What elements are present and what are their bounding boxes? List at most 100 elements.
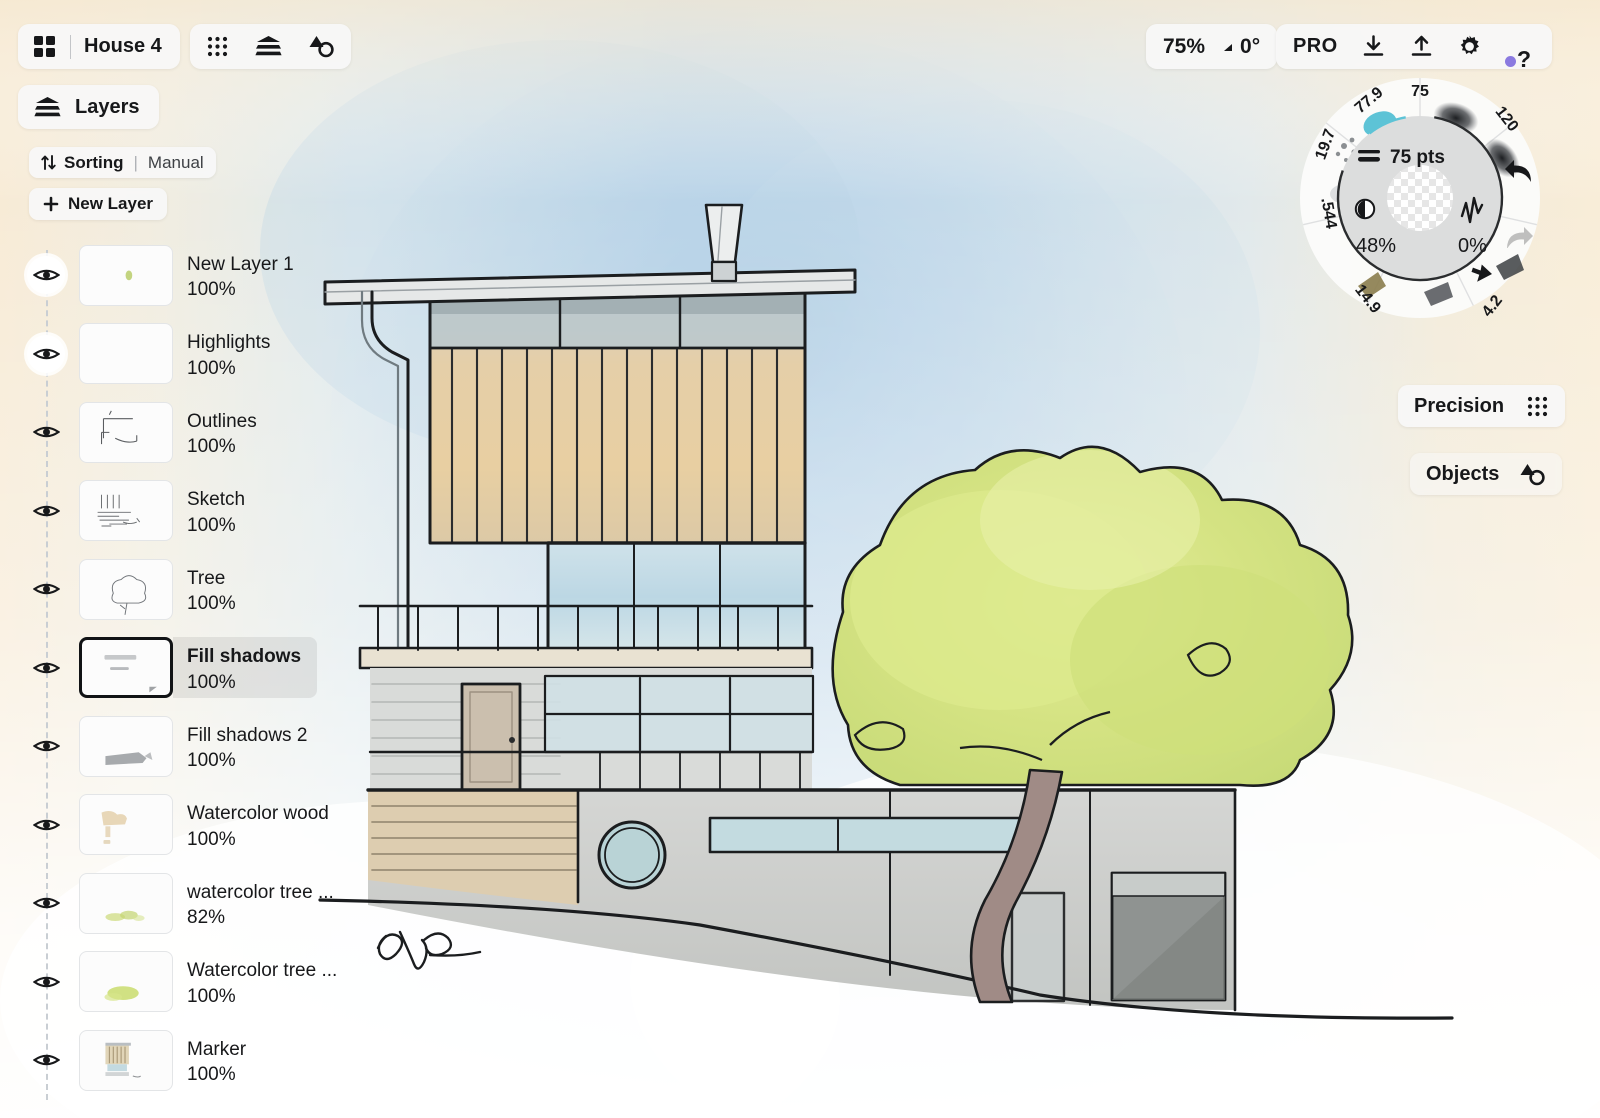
layer-thumbnail[interactable] [79,872,173,934]
download-icon[interactable] [1361,34,1386,59]
layer-thumbnail[interactable] [79,244,173,306]
layer-name: Watercolor tree ... [187,960,338,982]
dot-grid-icon[interactable] [1526,395,1549,418]
layer-thumbnail[interactable] [79,401,173,463]
layer-info[interactable]: Fill shadows 2 100% [173,716,323,777]
pro-badge[interactable]: PRO [1293,35,1338,58]
layer-thumbnail[interactable] [79,1029,173,1091]
sort-arrows-icon [41,154,56,171]
layer-thumbnail[interactable] [79,558,173,620]
tool-switch-bar[interactable] [190,24,351,69]
layer-name: New Layer 1 [187,253,294,275]
upload-icon[interactable] [1409,34,1434,59]
dot-grid-icon[interactable] [206,35,229,58]
contrast-icon [1354,198,1376,220]
layer-name: watercolor tree ... [187,881,334,903]
layer-row[interactable]: Outlines 100% [18,393,291,471]
layer-opacity: 100% [187,1064,236,1085]
layer-info[interactable]: Fill shadows 100% [173,637,318,698]
layer-thumbnail[interactable] [79,323,173,384]
brush-flow-value: 0% [1458,235,1487,257]
layer-row[interactable]: Fill shadows 100% [18,629,318,707]
layer-thumbnail[interactable] [79,480,173,541]
layer-visibility-eye-icon[interactable] [27,492,65,530]
gear-icon[interactable] [1457,34,1482,59]
angle-icon [1223,40,1236,53]
layer-visibility-eye-icon[interactable] [27,963,65,1001]
layers-panel-title: Layers [75,95,140,118]
layer-thumbnail[interactable] [79,794,173,855]
grid-apps-icon[interactable] [32,34,57,59]
layer-row[interactable]: Watercolor wood 100% [18,786,345,864]
layer-thumbnail-art [80,481,172,540]
app-title-bar[interactable]: House 4 [18,24,180,69]
layer-info[interactable]: New Layer 1 100% [173,245,310,306]
layer-visibility-eye-icon[interactable] [27,649,65,687]
layer-visibility-eye-icon[interactable] [27,570,65,608]
layer-thumbnail-art [80,874,172,933]
layer-visibility-eye-icon[interactable] [27,413,65,451]
layer-row[interactable]: Highlights 100% [18,315,291,393]
layer-row[interactable]: Watercolor tree ... 100% [18,943,348,1021]
layer-info[interactable]: Outlines 100% [173,402,291,463]
layer-row[interactable]: Marker 100% [18,1021,291,1099]
undo-arrow-icon[interactable] [1502,157,1536,192]
layer-name: Tree [187,567,226,589]
layer-visibility-eye-icon[interactable] [27,334,65,373]
layer-name: Fill shadows 2 [187,724,308,746]
layer-info[interactable]: Watercolor wood 100% [173,794,345,855]
layer-info[interactable]: Tree 100% [173,559,291,620]
layer-opacity: 100% [187,750,236,771]
layers-stack-icon[interactable] [255,34,282,59]
layer-info[interactable]: Sketch 100% [173,480,291,541]
layer-info[interactable]: watercolor tree ... 82% [173,873,348,934]
layer-thumbnail-art [80,403,172,462]
rotation-value[interactable]: 0° [1240,35,1260,59]
layer-thumbnail-art [80,324,172,383]
layer-name: Highlights [187,332,271,354]
sorting-button[interactable]: Sorting | Manual [29,147,216,178]
layers-panel-header[interactable]: Layers [18,85,159,129]
precision-button[interactable]: Precision [1398,385,1566,427]
redo-arrow-icon[interactable] [1502,218,1536,253]
help-notification-badge [1504,55,1516,67]
sorting-separator: | [133,152,138,172]
precision-label: Precision [1414,394,1505,417]
zoom-level[interactable]: 75% [1163,35,1205,59]
new-layer-button[interactable]: New Layer [29,188,168,220]
actions-bar[interactable]: PRO ? [1276,24,1552,72]
layer-row[interactable]: Sketch 100% [18,472,291,550]
layer-info[interactable]: Highlights 100% [173,323,291,384]
layer-thumbnail[interactable] [79,715,173,777]
sorting-label: Sorting [64,152,124,172]
layer-visibility-eye-icon[interactable] [27,1041,65,1079]
layer-row[interactable]: watercolor tree ... 82% [18,864,348,942]
objects-button[interactable]: Objects [1410,453,1563,495]
layer-thumbnail-art [80,795,172,854]
divider [70,34,71,59]
brush-opacity-value: 48% [1356,235,1396,257]
layer-thumbnail-art [80,717,172,776]
layer-opacity: 100% [187,985,236,1007]
layer-thumbnail[interactable] [79,637,173,698]
plus-icon [43,196,59,212]
layer-name: Fill shadows [187,646,302,668]
layer-visibility-eye-icon[interactable] [27,727,65,765]
layer-row[interactable]: New Layer 1 100% [18,236,310,314]
layer-list[interactable]: New Layer 1 100% Highlights 100% Outlines 100… [18,236,348,1118]
layer-visibility-eye-icon[interactable] [27,806,65,844]
layer-opacity: 100% [187,828,236,850]
shapes-icon[interactable] [1519,462,1546,487]
layer-visibility-eye-icon[interactable] [27,256,65,294]
layer-visibility-eye-icon[interactable] [27,884,65,922]
viewport-zoom-bar[interactable]: 75% 0° [1146,24,1278,69]
layer-row[interactable]: Tree 100% [18,550,291,628]
brush-settings-wheel[interactable]: 75 120 4.2 14.9 .544 19.7 77.9 75 pts 48… [1296,74,1544,322]
layer-thumbnail-art [80,1031,172,1090]
wheel-segment-label-0: 75 [1411,83,1429,100]
layer-info[interactable]: Watercolor tree ... 100% [173,951,348,1012]
layer-row[interactable]: Fill shadows 2 100% [18,707,323,785]
shapes-icon[interactable] [308,34,335,59]
layer-thumbnail[interactable] [79,951,173,1012]
layer-info[interactable]: Marker 100% [173,1030,291,1091]
